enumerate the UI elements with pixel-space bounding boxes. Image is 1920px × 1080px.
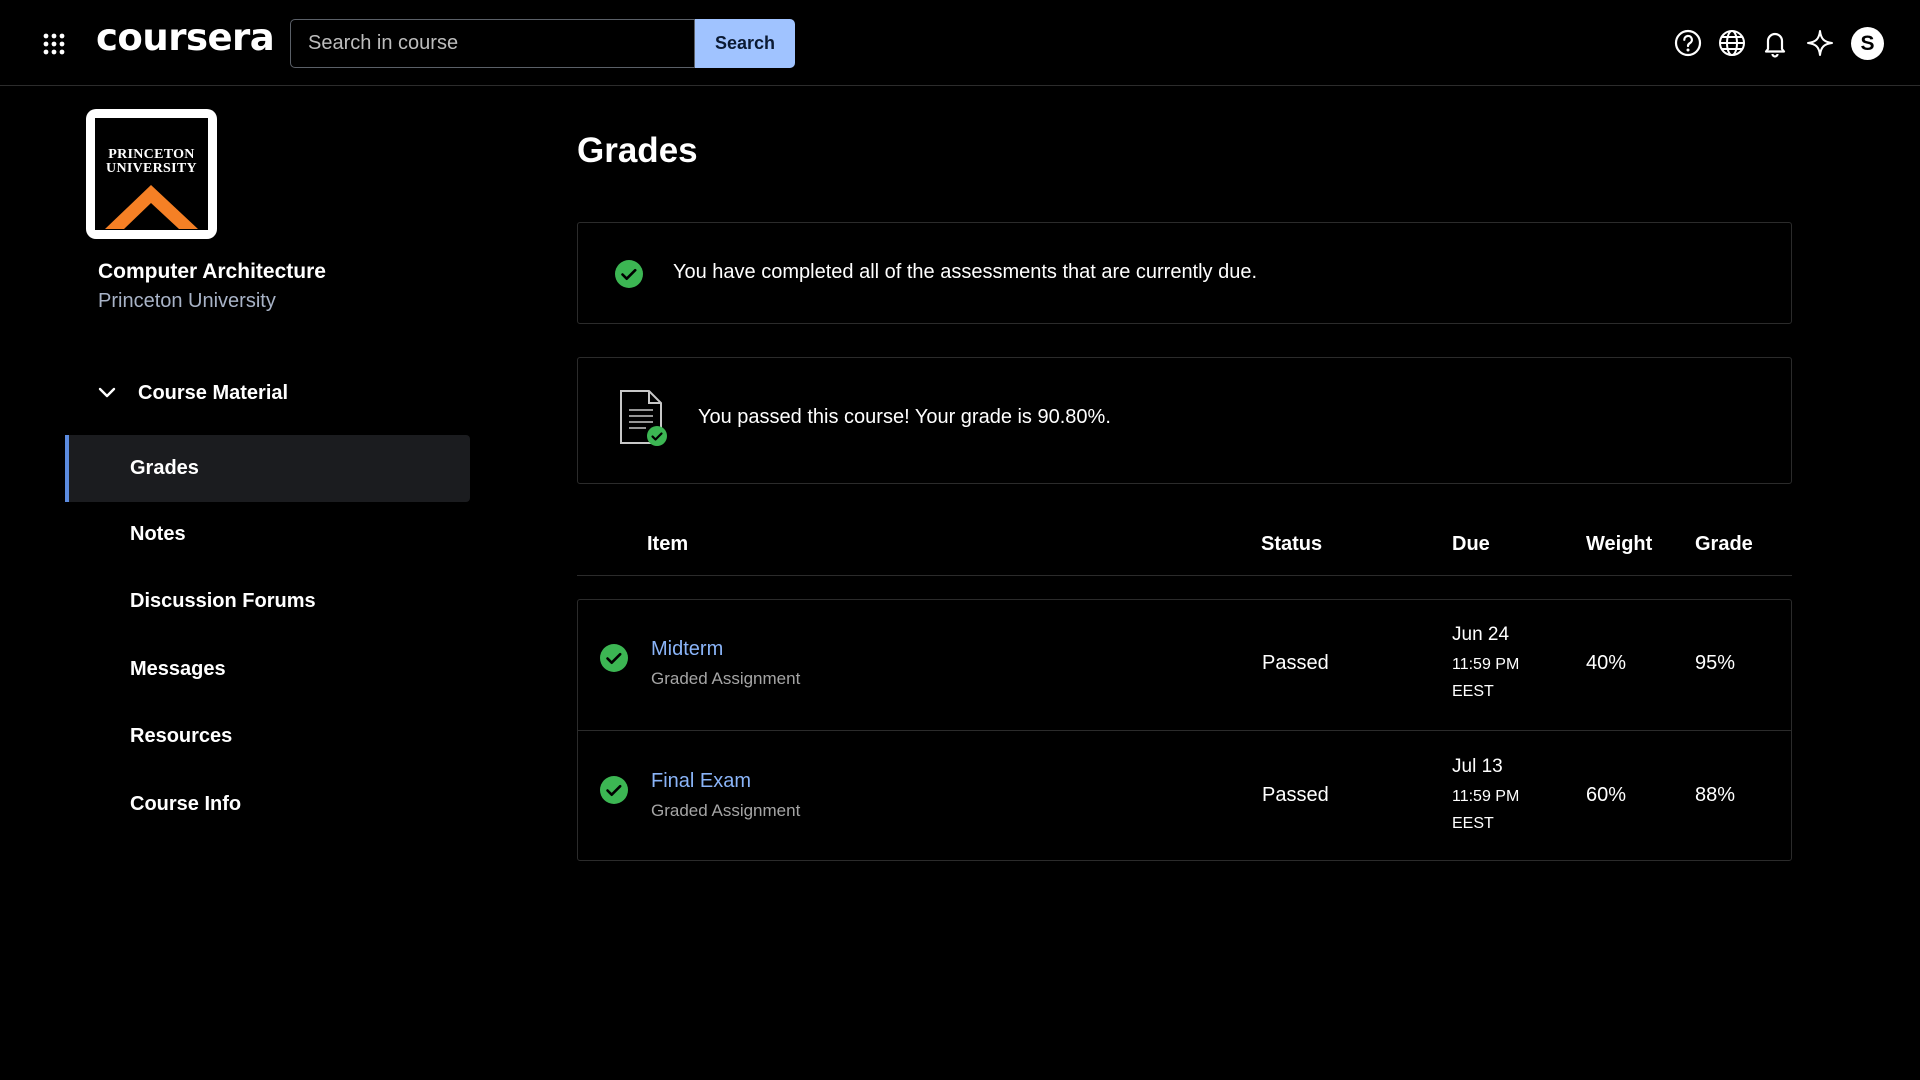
completion-banner: You have completed all of the assessment… [577, 222, 1792, 324]
status-cell: Passed [1262, 652, 1329, 674]
col-header-item: Item [647, 533, 689, 555]
user-avatar[interactable]: S [1851, 27, 1884, 60]
course-title[interactable]: Computer Architecture [98, 260, 326, 284]
logo-line-1: PRINCETON [108, 147, 195, 162]
course-material-toggle[interactable]: Course Material [96, 378, 288, 408]
globe-icon[interactable] [1716, 27, 1748, 59]
due-date: Jun 24 [1452, 624, 1510, 645]
status-cell: Passed [1262, 784, 1329, 806]
col-header-grade: Grade [1695, 533, 1753, 555]
item-type: Graded Assignment [651, 801, 801, 820]
document-check-icon [620, 390, 667, 446]
weight-cell: 60% [1586, 784, 1627, 806]
due-date: Jul 13 [1452, 756, 1503, 777]
weight-cell: 40% [1586, 652, 1627, 674]
course-org: Princeton University [98, 290, 276, 312]
section-label: Course Material [138, 381, 289, 404]
grade-cell: 88% [1695, 784, 1736, 806]
princeton-logo: PRINCETON UNIVERSITY [86, 109, 217, 239]
passed-message: You passed this course! Your grade is 90… [698, 406, 1111, 428]
sidebar-item-messages[interactable]: Messages [65, 636, 470, 703]
page-title: Grades [577, 131, 698, 170]
top-header: coursera Search S [0, 0, 1920, 86]
sidebar-item-discussion-forums[interactable]: Discussion Forums [65, 568, 470, 635]
check-circle-icon [600, 644, 628, 672]
sparkle-icon[interactable] [1804, 27, 1836, 59]
table-row: Final Exam Graded Assignment Passed Jul … [578, 730, 1791, 860]
col-header-status: Status [1261, 533, 1323, 555]
chevron-down-icon [98, 387, 116, 398]
sidebar-item-notes[interactable]: Notes [65, 501, 470, 568]
due-time: 11:59 PM [1452, 656, 1520, 673]
grades-table: Midterm Graded Assignment Passed Jun 24 … [577, 599, 1792, 861]
sidebar-item-course-info[interactable]: Course Info [65, 771, 470, 838]
col-header-due: Due [1452, 533, 1490, 555]
sidebar-item-grades[interactable]: Grades [65, 435, 470, 502]
item-link-final-exam[interactable]: Final Exam [651, 770, 751, 793]
due-time: 11:59 PM [1452, 788, 1520, 805]
check-circle-icon [615, 260, 643, 288]
due-timezone: EEST [1452, 815, 1494, 832]
due-timezone: EEST [1452, 683, 1494, 700]
bell-icon[interactable] [1759, 27, 1791, 59]
coursera-logo[interactable]: coursera [96, 16, 275, 59]
item-link-midterm[interactable]: Midterm [651, 638, 723, 661]
search-input[interactable] [290, 19, 695, 68]
item-type: Graded Assignment [651, 669, 801, 688]
sidebar-item-resources[interactable]: Resources [65, 703, 470, 770]
completion-message: You have completed all of the assessment… [673, 261, 1258, 283]
search-button[interactable]: Search [695, 19, 795, 68]
table-header-divider [577, 575, 1792, 576]
check-circle-icon [600, 776, 628, 804]
col-header-weight: Weight [1586, 533, 1653, 555]
help-icon[interactable] [1672, 27, 1704, 59]
logo-line-2: UNIVERSITY [106, 161, 197, 176]
apps-grid-icon[interactable] [42, 32, 66, 56]
chevron-shield-icon [105, 185, 198, 229]
passed-banner: You passed this course! Your grade is 90… [577, 357, 1792, 484]
table-row: Midterm Graded Assignment Passed Jun 24 … [578, 600, 1791, 730]
grade-cell: 95% [1695, 652, 1736, 674]
